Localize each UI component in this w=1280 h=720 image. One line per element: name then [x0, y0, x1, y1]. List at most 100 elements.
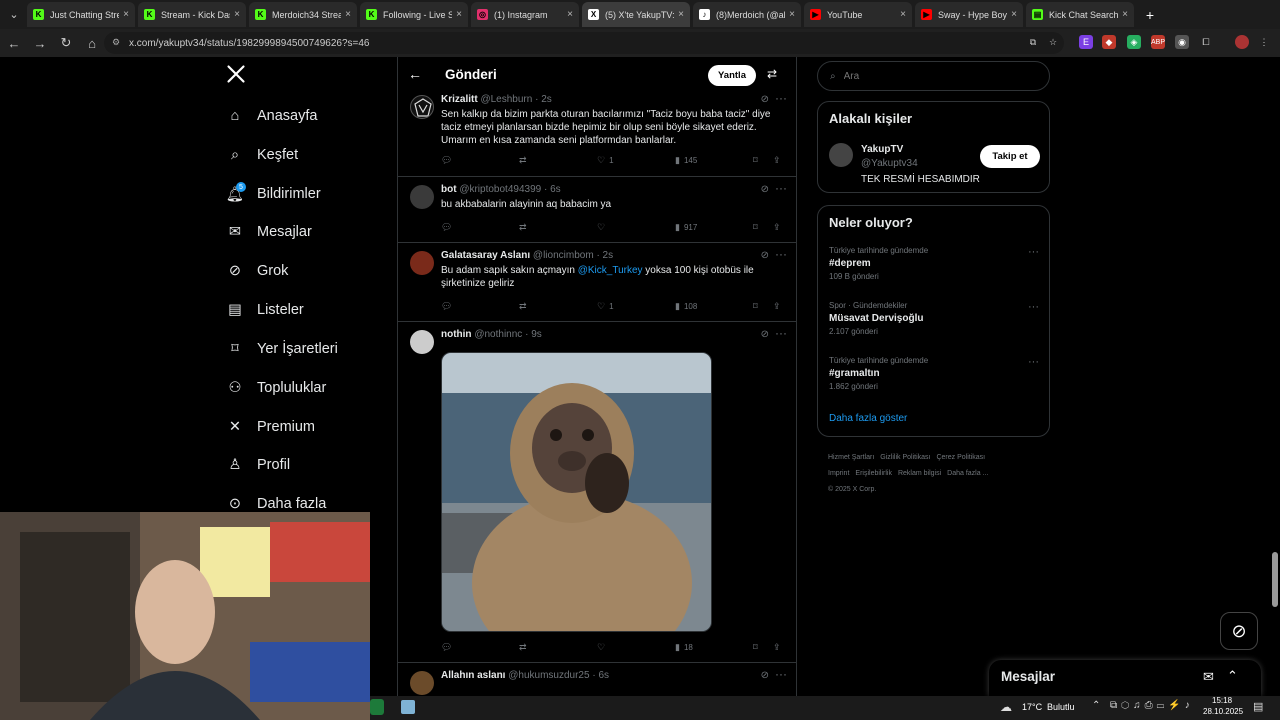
reply-icon[interactable]: 💬︎ — [441, 301, 452, 312]
extension-icon[interactable]: ◆ — [1102, 35, 1116, 49]
home-button-icon[interactable]: ⌂ — [80, 31, 104, 55]
more-options-icon[interactable]: ··· — [775, 247, 787, 261]
browser-tab[interactable]: ♪ (8)Merdoich (@al × — [693, 2, 801, 27]
like-button[interactable]: ♡ 1 — [597, 155, 614, 166]
footer-link[interactable]: Hizmet Şartları — [828, 454, 874, 461]
grok-icon[interactable]: ⊘ — [761, 250, 769, 261]
back-icon[interactable]: ← — [2, 31, 26, 55]
views-button[interactable]: ▮ 18 — [675, 642, 693, 653]
bookmark-icon[interactable]: ⌑ — [753, 222, 758, 233]
retweet-icon[interactable]: ⇄ — [519, 642, 527, 653]
bookmark-icon[interactable]: ⌑ — [753, 155, 758, 166]
author-handle[interactable]: @lioncimbom — [533, 250, 594, 261]
footer-link[interactable]: Erişilebilirlik — [855, 470, 892, 477]
browser-tab[interactable]: ▤ Kick Chat Search × — [1026, 2, 1134, 27]
notification-icon[interactable]: ▤ — [1253, 700, 1263, 713]
scrollbar-thumb[interactable] — [1272, 552, 1278, 607]
tweet-time[interactable]: 6s — [598, 670, 609, 681]
avatar[interactable] — [410, 185, 434, 209]
reply-button[interactable]: Yantla — [708, 65, 756, 86]
browser-tab[interactable]: X (5) X'te YakupTV: × — [582, 2, 690, 27]
author-name[interactable]: bot — [441, 184, 457, 195]
bookmark-icon[interactable]: ⌑ — [753, 642, 758, 653]
trend-item[interactable]: Spor · Gündemdekiler Müsavat Dervişoğlu 2.… — [829, 301, 1039, 336]
taskbar-app-icon[interactable] — [401, 700, 415, 714]
author-name[interactable]: Galatasaray Aslanı — [441, 250, 530, 261]
reply-tweet[interactable]: nothin @nothinnc · 9s ⊘ ··· 💬︎ ⇄ ♡ ▮ 18 … — [398, 322, 796, 663]
author-handle[interactable]: @hukumsuzdur25 — [508, 670, 589, 681]
nav-item[interactable]: ⊘ Grok — [226, 258, 289, 284]
close-tab-icon[interactable]: × — [1122, 9, 1128, 20]
nav-item[interactable]: ⌑ Yer İşaretleri — [226, 336, 338, 362]
weather-temp[interactable]: 17°C — [1022, 702, 1042, 712]
grok-icon[interactable]: ⊘ — [761, 94, 769, 105]
close-tab-icon[interactable]: × — [234, 9, 240, 20]
footer-link[interactable]: Daha fazla ... — [947, 470, 988, 477]
avatar[interactable] — [410, 671, 434, 695]
footer-link[interactable]: Imprint — [828, 470, 849, 477]
url-bar[interactable]: ⚙ x.com/yakuptv34/status/198299989450074… — [104, 32, 1064, 54]
close-tab-icon[interactable]: × — [123, 9, 129, 20]
trend-item[interactable]: Türkiye tarihinde gündemde #gramaltın 1.86… — [829, 356, 1039, 391]
author-handle[interactable]: @nothinnc — [474, 329, 522, 340]
nav-item[interactable]: ✉ Mesajlar — [226, 219, 312, 245]
tweet-time[interactable]: 2s — [541, 94, 552, 105]
browser-tab[interactable]: K Merdoich34 Strea × — [249, 2, 357, 27]
share-icon[interactable]: ⇪ — [773, 155, 781, 166]
avatar[interactable] — [410, 251, 434, 275]
site-info-icon[interactable]: ⚙ — [112, 37, 124, 49]
filter-icon[interactable]: ⇄ — [767, 67, 777, 81]
expand-chevron-icon[interactable]: ⌃ — [1227, 668, 1238, 684]
avatar[interactable] — [410, 330, 434, 354]
reply-tweet[interactable]: Galatasaray Aslanı @lioncimbom · 2s ⊘ ··… — [398, 243, 796, 322]
like-button[interactable]: ♡ — [597, 222, 605, 233]
close-tab-icon[interactable]: × — [1011, 9, 1017, 20]
like-button[interactable]: ♡ 1 — [597, 301, 614, 312]
retweet-icon[interactable]: ⇄ — [519, 222, 527, 233]
show-more-link[interactable]: Daha fazla göster — [829, 413, 907, 424]
trend-more-icon[interactable]: ··· — [1028, 246, 1039, 258]
nav-item[interactable]: ♙ Profil — [226, 452, 291, 478]
shield-extension-icon[interactable]: ◈ — [1127, 35, 1141, 49]
mention-link[interactable]: @Kick_Turkey — [578, 265, 643, 276]
browser-tab[interactable]: K Following - Live S × — [360, 2, 468, 27]
nav-item[interactable]: 🔔︎ 5 Bildirimler — [226, 181, 321, 207]
profile-avatar[interactable] — [1235, 35, 1249, 49]
tweet-time[interactable]: 9s — [531, 329, 542, 340]
extension-icon[interactable]: E — [1079, 35, 1093, 49]
taskbar-app-icon[interactable] — [370, 699, 384, 715]
page-scrollbar[interactable] — [1270, 57, 1280, 696]
reply-icon[interactable]: 💬︎ — [441, 642, 452, 653]
reply-tweet[interactable]: bot @kriptobot494399 · 6s ⊘ ··· bu akbab… — [398, 177, 796, 243]
avatar[interactable] — [410, 95, 434, 119]
clock-time[interactable]: 15:18 — [1212, 696, 1232, 705]
views-button[interactable]: ▮ 145 — [675, 155, 697, 166]
person-handle[interactable]: @Yakuptv34 — [861, 158, 918, 169]
forward-icon[interactable]: → — [28, 31, 52, 55]
messages-drawer[interactable]: Mesajlar ✉ ⌃ — [989, 660, 1261, 696]
reply-tweet[interactable]: Krizalitt @Leshburn · 2s ⊘ ··· Sen kalkı… — [398, 87, 796, 177]
author-handle[interactable]: @kriptobot494399 — [459, 184, 541, 195]
trend-more-icon[interactable]: ··· — [1028, 356, 1039, 368]
extension-icon[interactable]: ◉ — [1175, 35, 1189, 49]
browser-tab[interactable]: K Just Chatting Stre × — [27, 2, 135, 27]
author-name[interactable]: Krizalitt — [441, 94, 478, 105]
x-logo-icon[interactable] — [226, 64, 250, 88]
new-message-icon[interactable]: ✉ — [1203, 669, 1214, 685]
footer-link[interactable]: Çerez Politikası — [936, 454, 985, 461]
retweet-icon[interactable]: ⇄ — [519, 155, 527, 166]
author-name[interactable]: nothin — [441, 329, 472, 340]
close-tab-icon[interactable]: × — [456, 9, 462, 20]
close-tab-icon[interactable]: × — [678, 9, 684, 20]
browser-tab[interactable]: ◎ (1) Instagram × — [471, 2, 579, 27]
follow-button[interactable]: Takip et — [980, 145, 1040, 168]
like-button[interactable]: ♡ — [597, 642, 605, 653]
tweet-time[interactable]: 6s — [550, 184, 561, 195]
views-button[interactable]: ▮ 108 — [675, 301, 697, 312]
views-button[interactable]: ▮ 917 — [675, 222, 697, 233]
author-name[interactable]: Allahın aslanı — [441, 670, 505, 681]
more-options-icon[interactable]: ··· — [775, 91, 787, 105]
retweet-icon[interactable]: ⇄ — [519, 301, 527, 312]
search-box[interactable]: ⌕ — [817, 61, 1050, 91]
reply-icon[interactable]: 💬︎ — [441, 222, 452, 233]
